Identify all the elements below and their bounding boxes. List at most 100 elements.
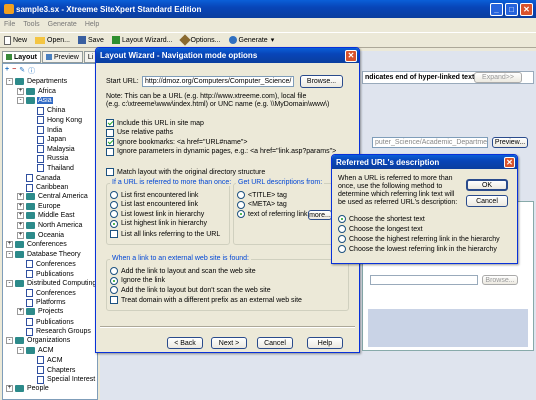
match-layout-checkbox[interactable]: Match layout with the original directory… (106, 168, 265, 176)
wizard-close-icon[interactable]: ✕ (345, 49, 357, 62)
tree-item[interactable]: Chapters (28, 366, 76, 374)
match-layout-box[interactable] (106, 168, 114, 176)
list-all-links-box[interactable] (110, 230, 118, 238)
referred-cancel-button[interactable]: Cancel (466, 195, 508, 207)
option-checkbox[interactable]: Ignore bookmarks: <a href="URL#name"> (106, 138, 247, 146)
tree-item[interactable]: - Organizations (6, 337, 71, 345)
layout-wizard-button[interactable]: Layout Wizard... (111, 36, 173, 44)
option-radio[interactable]: Choose the longest text (338, 225, 423, 233)
expand-icon[interactable]: + (17, 202, 24, 210)
option-radio[interactable]: Choose the lowest referring link in the … (338, 245, 497, 253)
treat-domain-box[interactable] (110, 296, 118, 304)
radio-button[interactable] (110, 286, 118, 294)
radio-button[interactable] (110, 191, 118, 199)
expand-icon[interactable]: + (17, 212, 24, 220)
collapse-icon[interactable]: - (17, 97, 24, 105)
checkbox-box[interactable] (106, 128, 114, 137)
menu-help[interactable]: Help (85, 21, 99, 28)
info-icon[interactable]: ⓘ (28, 66, 35, 75)
collapse-icon[interactable]: - (6, 250, 13, 258)
radio-button[interactable] (237, 200, 245, 209)
background-browse-button[interactable]: Browse... (482, 275, 518, 285)
tree-item[interactable]: Conferences (17, 260, 77, 269)
expand-icon[interactable]: + (17, 231, 24, 239)
tree-item[interactable]: + People (6, 385, 50, 393)
tree-item[interactable]: - Asia (17, 97, 53, 105)
collapse-icon[interactable]: - (17, 346, 24, 354)
expand-button[interactable]: Expand>> (474, 72, 522, 83)
background-url-field[interactable]: puter_Science/Academic_Departments/ (372, 137, 488, 148)
referred-close-icon[interactable]: ✕ (504, 156, 515, 168)
start-url-input[interactable]: http://dmoz.org/Computers/Computer_Scien… (142, 76, 294, 87)
list-all-links-checkbox[interactable]: List all links referring to the URL (110, 230, 220, 238)
radio-button[interactable] (110, 210, 118, 218)
expand-icon[interactable]: + (17, 87, 24, 95)
tree-item[interactable]: - Distributed Computing (6, 279, 97, 287)
expand-icon[interactable]: + (17, 308, 24, 316)
tree-item[interactable]: Hong Kong (28, 116, 83, 125)
options-button[interactable]: Options... (178, 34, 221, 46)
option-checkbox[interactable]: Ignore parameters in dynamic pages, e.g.… (106, 147, 336, 156)
collapse-icon[interactable]: - (6, 78, 13, 85)
option-radio[interactable]: List lowest link in hierarchy (110, 210, 204, 218)
radio-button[interactable] (110, 267, 118, 275)
tree-item[interactable]: + Europe (17, 202, 62, 210)
option-radio[interactable]: text of referring link (237, 210, 308, 218)
radio-button[interactable] (338, 215, 346, 223)
tree-item[interactable]: Conferences (17, 289, 77, 298)
expand-icon[interactable]: + (6, 385, 13, 393)
open-button[interactable]: Open... (35, 36, 70, 44)
radio-button[interactable] (338, 245, 346, 253)
expand-icon[interactable]: + (6, 241, 13, 249)
tree-item[interactable]: Platforms (17, 298, 67, 307)
option-radio[interactable]: Add the link to layout but don't scan th… (110, 286, 271, 294)
add-icon[interactable]: + (5, 66, 9, 75)
treat-domain-checkbox[interactable]: Treat domain with a different prefix as … (110, 296, 302, 304)
collapse-icon[interactable]: - (6, 279, 13, 287)
help-button[interactable]: Help (307, 337, 343, 349)
option-radio[interactable]: List last encountered link (110, 200, 198, 209)
option-radio[interactable]: Choose the highest referring link in the… (338, 235, 500, 243)
maximize-icon[interactable]: □ (505, 2, 518, 16)
tree-item[interactable]: Russia (28, 154, 69, 163)
minimize-icon[interactable]: _ (490, 2, 503, 16)
tree-item[interactable]: + Middle East (17, 212, 76, 220)
checkbox-box[interactable] (106, 119, 114, 127)
browse-button[interactable]: Browse... (300, 75, 343, 88)
expand-icon[interactable]: + (17, 193, 24, 201)
tree-item[interactable]: - Database Theory (6, 250, 82, 258)
cancel-button[interactable]: Cancel (257, 337, 293, 349)
option-radio[interactable]: <META> tag (237, 200, 287, 209)
tree-item[interactable]: + Projects (17, 308, 64, 316)
tree-item[interactable]: - ACM (17, 346, 55, 354)
tree-item[interactable]: + North America (17, 222, 83, 229)
option-radio[interactable]: <TITLE> tag (237, 191, 287, 199)
radio-button[interactable] (237, 191, 245, 199)
tree-item[interactable]: Research Groups (17, 327, 92, 336)
radio-button[interactable] (110, 276, 118, 285)
tree-item[interactable]: Publications (17, 318, 75, 326)
option-checkbox[interactable]: Use relative paths (106, 128, 173, 137)
menu-tools[interactable]: Tools (23, 21, 39, 28)
tree-item[interactable]: - Departments (6, 78, 68, 85)
tree-item[interactable]: + Oceania (17, 231, 65, 239)
tree-item[interactable]: Thailand (28, 164, 75, 173)
tree-item[interactable]: ACM (28, 356, 64, 365)
option-radio[interactable]: Ignore the link (110, 276, 165, 285)
menu-generate[interactable]: Generate (48, 21, 77, 28)
tree-item[interactable]: + Conferences (6, 241, 68, 249)
tree-item[interactable]: Publications (17, 270, 75, 278)
expand-icon[interactable]: + (17, 222, 24, 229)
close-icon[interactable]: ✕ (520, 2, 533, 16)
tree-item[interactable]: + Africa (17, 87, 57, 95)
tree-item[interactable]: Japan (28, 135, 67, 144)
option-checkbox[interactable]: Include this URL in site map (106, 119, 204, 127)
radio-button[interactable] (237, 210, 245, 218)
tree-item[interactable]: Malaysia (28, 145, 76, 154)
radio-button[interactable] (338, 225, 346, 233)
next-button[interactable]: Next > (211, 337, 247, 349)
tree-item[interactable]: Canada (17, 174, 62, 182)
tree-panel[interactable]: + − ✎ ⓘ - Departments + Africa - Asia China Hon… (2, 63, 98, 400)
generate-button[interactable]: Generate ▾ (228, 36, 274, 44)
tree-item[interactable]: + Central America (17, 193, 89, 201)
